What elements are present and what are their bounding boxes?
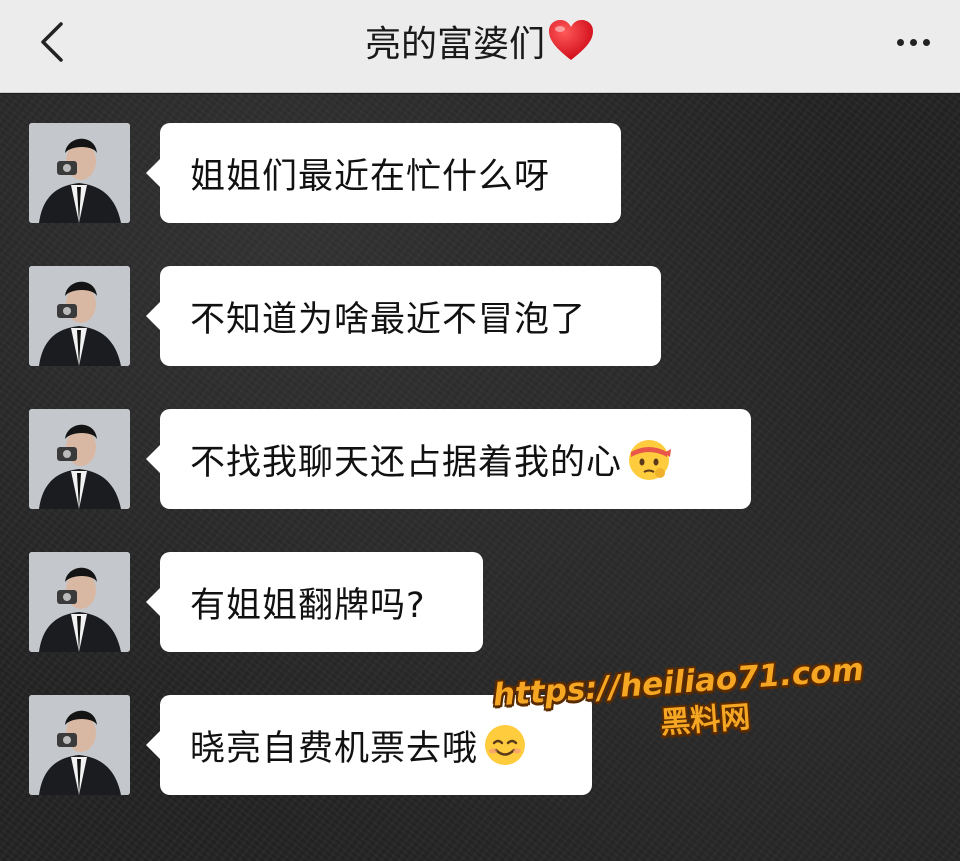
avatar-image: [29, 552, 130, 652]
avatar-image: [29, 266, 130, 366]
message-row: 不知道为啥最近不冒泡了: [0, 266, 960, 366]
red-heart-emoji: [549, 20, 593, 60]
avatar[interactable]: [29, 409, 130, 509]
smiling-face-emoji: [485, 725, 526, 765]
avatar[interactable]: [29, 695, 130, 795]
avatar-image: [29, 123, 130, 223]
chat-header: 亮的富婆们: [0, 0, 960, 93]
more-dots-icon: [909, 38, 917, 46]
message-text: 不知道为啥最近不冒泡了: [190, 299, 587, 340]
message-text: 姐姐们最近在忙什么呀: [190, 156, 551, 197]
message-row: 晓亮自费机票去哦: [0, 695, 960, 795]
message-text: 不找我聊天还占据着我的心: [190, 442, 623, 483]
chat-area[interactable]: 姐姐们最近在忙什么呀 不知道为啥最近不冒泡了 不找我聊天还占据着我的心 有姐姐翻…: [0, 94, 960, 861]
chat-title: 亮的富婆们: [364, 24, 545, 65]
message-bubble[interactable]: 不找我聊天还占据着我的心: [146, 409, 751, 509]
message-bubble[interactable]: 有姐姐翻牌吗?: [146, 552, 483, 652]
message-bubble[interactable]: 不知道为啥最近不冒泡了: [146, 266, 661, 366]
chat-title-wrap: 亮的富婆们: [0, 18, 960, 69]
avatar[interactable]: [29, 552, 130, 652]
message-text: 晓亮自费机票去哦: [190, 728, 479, 769]
message-row: 姐姐们最近在忙什么呀: [0, 123, 960, 223]
avatar-image: [29, 409, 130, 509]
message-bubble[interactable]: 姐姐们最近在忙什么呀: [146, 123, 621, 223]
message-text: 有姐姐翻牌吗?: [190, 585, 426, 626]
avatar[interactable]: [29, 123, 130, 223]
message-row: 有姐姐翻牌吗?: [0, 552, 960, 652]
more-options-button[interactable]: [888, 22, 938, 62]
more-dots-icon: [896, 38, 904, 46]
face-with-headband-thinking-emoji: [629, 440, 672, 480]
message-bubble[interactable]: 晓亮自费机票去哦: [146, 695, 592, 795]
avatar[interactable]: [29, 266, 130, 366]
more-dots-icon: [922, 38, 930, 46]
message-row: 不找我聊天还占据着我的心: [0, 409, 960, 509]
avatar-image: [29, 695, 130, 795]
